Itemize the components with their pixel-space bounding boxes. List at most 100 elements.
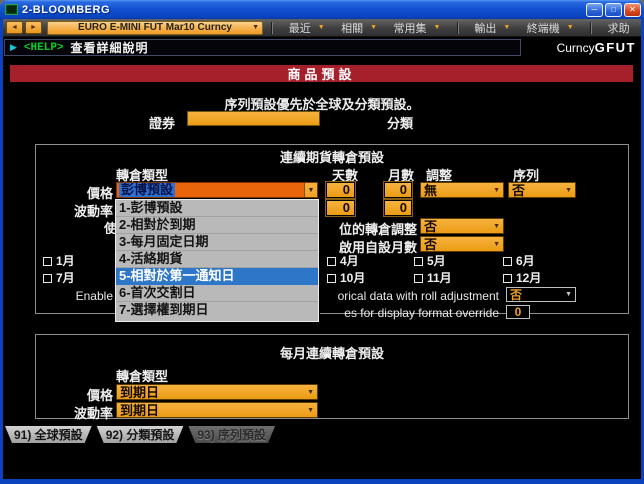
dropdown-option-4[interactable]: 4-活絡期貨 [116, 251, 318, 268]
chevron-down-icon: ▼ [370, 24, 378, 31]
checkbox-icon [327, 273, 336, 283]
help-description: 查看詳細說明 [70, 41, 149, 55]
chevron-down-icon: ▼ [565, 291, 572, 298]
enable-label-prefix: Enable [75, 289, 113, 303]
price-days-input[interactable]: 0 [326, 182, 355, 198]
window-controls: ─ □ ✕ [586, 2, 641, 17]
security-selector[interactable]: EURO E-MINI FUT Mar10 Curncy ▼ [47, 20, 263, 35]
month-checkbox-jan[interactable]: 1月 [43, 254, 75, 268]
function-mnemonic: CurncyGFUT [556, 40, 636, 55]
override-value-input[interactable]: 0 [506, 305, 530, 319]
close-button[interactable]: ✕ [624, 2, 641, 17]
month-checkbox-dec[interactable]: 12月 [503, 271, 541, 285]
help-bar: ▶ <HELP> 查看詳細說明 [4, 39, 521, 56]
play-icon: ▶ [10, 42, 17, 52]
override-label-suffix: es for display format override [344, 306, 499, 320]
chevron-down-icon: ▼ [307, 406, 314, 414]
chevron-down-icon[interactable]: ▼ [304, 183, 317, 197]
chevron-down-icon: ▼ [493, 240, 500, 248]
dropdown-option-2[interactable]: 2-相對於到期 [116, 217, 318, 234]
minimize-button[interactable]: ─ [586, 2, 603, 17]
dropdown-option-6[interactable]: 6-首次交割日 [116, 285, 318, 302]
chevron-down-icon: ▼ [493, 222, 500, 230]
month-checkbox-jun[interactable]: 6月 [503, 254, 535, 268]
menu-related[interactable]: 相關 ▼ [341, 20, 377, 36]
security-input[interactable] [187, 111, 320, 126]
chevron-down-icon: ▼ [565, 186, 572, 194]
forward-icon: ► [30, 24, 37, 31]
bottom-tab-bar: 91) 全球預設 92) 分類預設 93) 序列預設 [5, 426, 275, 443]
tab-global-defaults[interactable]: 91) 全球預設 [5, 426, 92, 443]
bloomberg-window: 2-BLOOMBERG ─ □ ✕ ◄ ► EURO E-MINI FUT Ma… [0, 0, 644, 484]
maximize-icon: □ [611, 4, 616, 14]
tab-series-defaults[interactable]: 93) 序列預設 [188, 426, 275, 443]
monthly-volatility-dropdown[interactable]: 到期日 ▼ [116, 402, 318, 418]
chevron-down-icon: ▼ [433, 24, 441, 31]
checkbox-icon [503, 256, 512, 266]
minimize-icon: ─ [591, 4, 598, 14]
month-checkbox-may[interactable]: 5月 [414, 254, 446, 268]
col-roll-type: 轉倉類型 [116, 369, 169, 384]
checkbox-icon [414, 256, 423, 266]
price-level-adjust-dropdown[interactable]: 否 ▼ [420, 218, 504, 234]
volatility-months-input[interactable]: 0 [384, 200, 412, 216]
chevron-down-icon: ▼ [317, 24, 325, 31]
month-checkbox-oct[interactable]: 10月 [327, 271, 365, 285]
forward-button[interactable]: ► [25, 21, 42, 34]
dropdown-option-3[interactable]: 3-每月固定日期 [116, 234, 318, 251]
menu-help[interactable]: 求助 [608, 20, 630, 36]
custom-months-dropdown[interactable]: 否 ▼ [420, 236, 504, 252]
security-label: 證券 [149, 116, 176, 131]
panel-title: 每月連續轉倉預設 [279, 346, 384, 361]
price-series-dropdown[interactable]: 否 ▼ [508, 182, 576, 198]
chevron-down-icon: ▼ [566, 24, 574, 31]
window-title: 2-BLOOMBERG [22, 3, 110, 16]
checkbox-icon [43, 273, 52, 283]
security-selector-value: EURO E-MINI FUT Mar10 Curncy [78, 22, 232, 33]
menu-separator [271, 21, 273, 34]
back-icon: ◄ [11, 24, 18, 31]
panel-title: 連續期貨轉倉預設 [279, 150, 384, 165]
chevron-down-icon: ▼ [307, 388, 314, 396]
menu-bar: 最近 ▼ 相關 ▼ 常用集 ▼ 輸出 ▼ 終端機 ▼ 求助 [263, 20, 638, 36]
chevron-down-icon: ▼ [503, 24, 511, 31]
dropdown-option-7[interactable]: 7-選擇權到期日 [116, 302, 318, 319]
monthly-price-label: 價格 [86, 388, 113, 403]
bloomberg-app-icon [5, 4, 18, 15]
menu-recent[interactable]: 最近 ▼ [289, 20, 325, 36]
menu-terminal[interactable]: 終端機 ▼ [527, 20, 574, 36]
dropdown-option-1[interactable]: 1-彭博預設 [116, 200, 318, 217]
dropdown-option-5-highlighted[interactable]: 5-相對於第一通知日 [116, 268, 318, 285]
month-checkbox-jul[interactable]: 7月 [43, 271, 75, 285]
price-adjust-dropdown[interactable]: 無 ▼ [420, 182, 504, 198]
month-checkbox-nov[interactable]: 11月 [414, 271, 452, 285]
checkbox-icon [503, 273, 512, 283]
checkbox-icon [327, 256, 336, 266]
menu-separator [456, 21, 458, 34]
help-link[interactable]: <HELP> [24, 42, 64, 54]
menu-favorites[interactable]: 常用集 ▼ [394, 20, 441, 36]
month-checkbox-apr[interactable]: 4月 [327, 254, 359, 268]
price-months-input[interactable]: 0 [384, 182, 412, 198]
monthly-price-dropdown[interactable]: 到期日 ▼ [116, 384, 318, 400]
maximize-button[interactable]: □ [605, 2, 622, 17]
volatility-days-input[interactable]: 0 [326, 200, 355, 216]
menu-export[interactable]: 輸出 ▼ [474, 20, 510, 36]
enable-historical-dropdown[interactable]: 否 ▼ [506, 287, 576, 302]
tab-category-defaults[interactable]: 92) 分類預設 [97, 426, 184, 443]
monthly-roll-panel: 每月連續轉倉預設 轉倉類型 價格 到期日 ▼ 波動率 到期日 ▼ [35, 334, 629, 421]
checkbox-icon [43, 256, 52, 266]
price-level-adjust-label: 位的轉倉調整 [338, 222, 417, 237]
price-roll-type-value: 彭博預設 [119, 181, 176, 198]
enable-label-suffix: orical data with roll adjustment [337, 289, 499, 303]
title-bar: 2-BLOOMBERG ─ □ ✕ [0, 0, 644, 19]
price-row-label: 價格 [86, 186, 113, 201]
close-icon: ✕ [629, 4, 636, 14]
price-roll-type-combobox[interactable]: 彭博預設 ▼ [116, 182, 318, 198]
checkbox-icon [414, 273, 423, 283]
volatility-row-label: 波動率 [73, 204, 113, 219]
chevron-down-icon: ▼ [252, 24, 259, 31]
terminal-screen: ▶ <HELP> 查看詳細說明 CurncyGFUT 商品預設 序列預設優先於全… [3, 37, 641, 479]
category-label: 分類 [387, 116, 414, 131]
back-button[interactable]: ◄ [6, 21, 23, 34]
